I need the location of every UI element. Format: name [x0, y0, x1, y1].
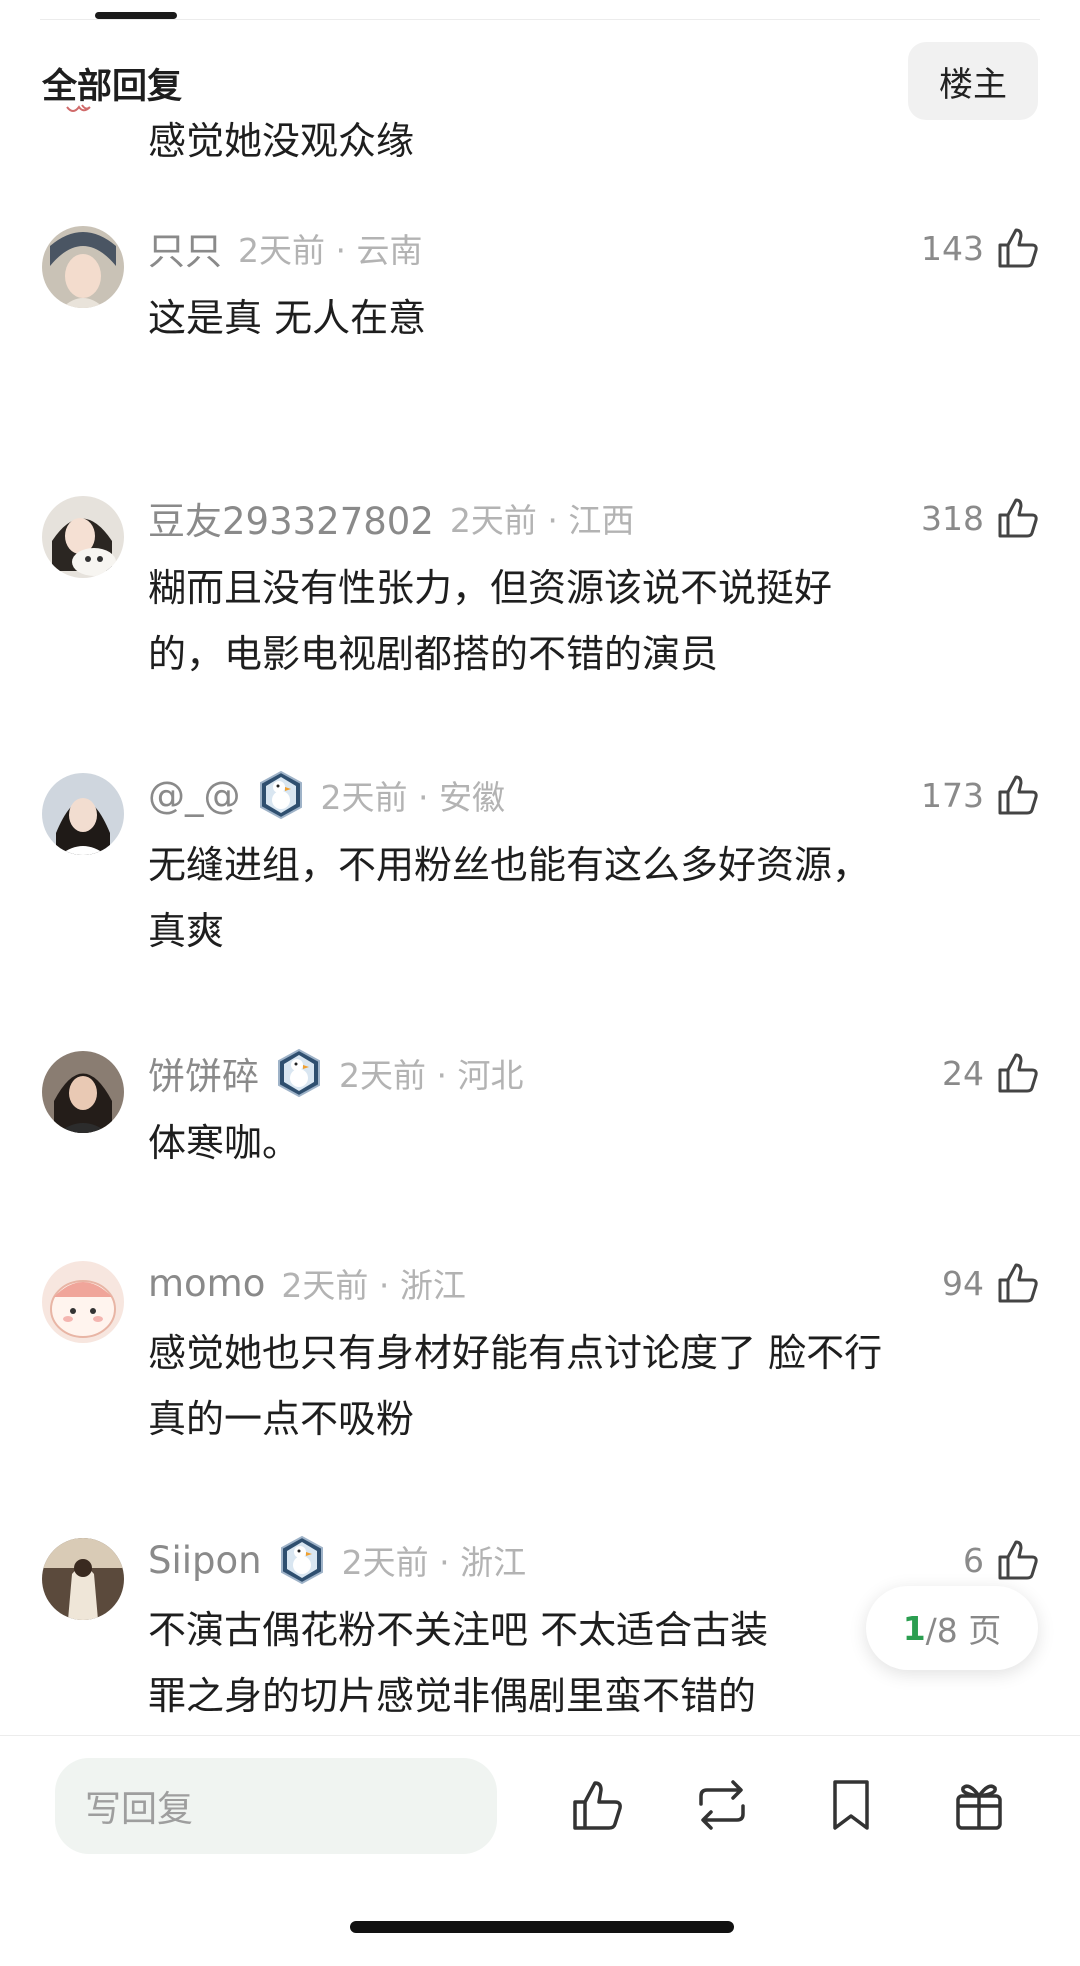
comment-text: 糊而且没有性张力，但资源该说不说挺好 的，电影电视剧都搭的不错的演员 [148, 566, 833, 676]
goose-badge-icon [280, 1535, 323, 1585]
timestamp-location: 2天前 · 安徽 [320, 778, 505, 817]
total-pages: /8 页 [925, 1611, 1002, 1650]
like-count: 6 [963, 1540, 984, 1580]
like-count: 24 [942, 1053, 984, 1093]
avatar[interactable] [42, 496, 124, 578]
comment-text: 感觉她也只有身材好能有点讨论度了 脸不行 真的一点不吸粉 [148, 1331, 883, 1441]
home-indicator [350, 1921, 734, 1933]
like-count: 173 [921, 775, 984, 815]
comment-text: 无缝进组，不用粉丝也能有这么多好资源， 真爽 [148, 843, 871, 953]
avatar[interactable] [42, 102, 124, 116]
repost-icon[interactable] [693, 1776, 751, 1834]
avatar[interactable] [42, 773, 124, 855]
top-tab-indicator [95, 12, 177, 19]
username[interactable]: Siipon [148, 1539, 262, 1582]
like-count: 143 [921, 228, 984, 268]
thumbs-up-icon [998, 1263, 1038, 1303]
timestamp-location: 2天前 · 云南 [238, 231, 423, 270]
timestamp-location: 2天前 · 浙江 [281, 1266, 466, 1305]
like-count: 318 [921, 498, 984, 538]
comment-text: 体寒咖。 [148, 1121, 301, 1165]
goose-badge-icon [259, 770, 302, 820]
top-divider [40, 19, 1040, 20]
timestamp-location: 2天前 · 浙江 [341, 1543, 527, 1582]
like-button[interactable]: 318 [921, 493, 1042, 543]
comment-text: 感觉她没观众缘 [148, 119, 415, 163]
gift-icon[interactable] [950, 1776, 1008, 1834]
avatar[interactable] [42, 1538, 124, 1620]
thumbs-up-icon[interactable] [568, 1776, 626, 1834]
like-button[interactable]: 24 [942, 1048, 1042, 1098]
username[interactable]: @_@ [148, 774, 241, 817]
current-page: 1 [902, 1608, 926, 1648]
timestamp-location: 2天前 · 江西 [449, 501, 635, 540]
thumbs-up-icon [998, 1540, 1038, 1580]
username[interactable]: 豆友293327802 [148, 491, 434, 545]
username[interactable]: 饼饼碎 [148, 1046, 259, 1100]
username[interactable]: momo [148, 1262, 265, 1305]
goose-badge-icon [278, 1048, 320, 1098]
bookmark-icon[interactable] [822, 1776, 880, 1834]
reply-input[interactable]: 写回复 [55, 1758, 497, 1854]
avatar[interactable] [42, 1051, 124, 1133]
like-button[interactable]: 173 [921, 770, 1042, 820]
thumbs-up-icon [998, 1053, 1038, 1093]
username[interactable]: 只只 [148, 221, 222, 275]
comment-text: 这是真 无人在意 [148, 296, 427, 340]
like-button[interactable]: 94 [942, 1258, 1042, 1308]
timestamp-location: 2天前 · 河北 [339, 1056, 524, 1095]
page-indicator[interactable]: 1 /8 页 [866, 1586, 1038, 1670]
thumbs-up-icon [998, 775, 1038, 815]
like-button[interactable]: 143 [921, 223, 1042, 273]
avatar[interactable] [42, 1261, 124, 1343]
thumbs-up-icon [998, 228, 1038, 268]
thumbs-up-icon [998, 498, 1038, 538]
bottom-action-bar: 写回复 [0, 1735, 1080, 1966]
like-button[interactable]: 6 [963, 1535, 1042, 1585]
like-count: 94 [942, 1263, 984, 1303]
avatar[interactable] [42, 226, 124, 308]
